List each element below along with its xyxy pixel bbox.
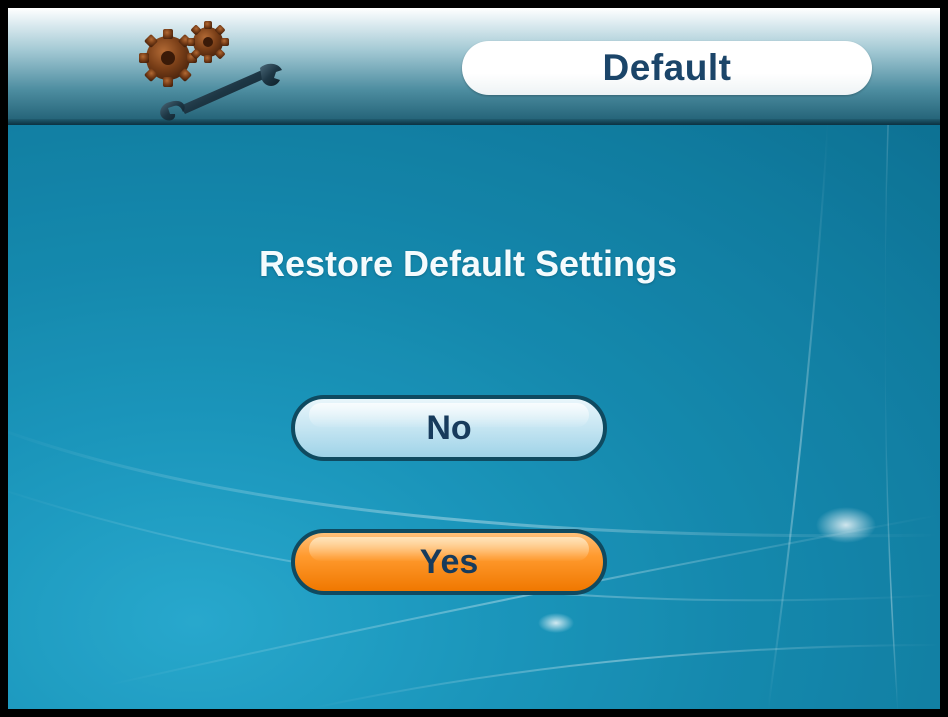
- dialog-heading: Restore Default Settings: [258, 243, 678, 284]
- yes-button[interactable]: Yes: [291, 529, 607, 595]
- title-pill: Default: [462, 41, 872, 95]
- settings-screen: Default Restore Default Settings No Yes: [8, 8, 940, 709]
- yes-button-label: Yes: [419, 542, 479, 581]
- header-bar: Default: [8, 8, 940, 125]
- no-button-label: No: [426, 408, 472, 447]
- dialog-body: Restore Default Settings No Yes: [8, 125, 940, 709]
- gears-wrench-icon: [139, 21, 282, 121]
- small-gear-icon: [187, 21, 229, 63]
- page-title: Default: [602, 47, 732, 88]
- no-button[interactable]: No: [291, 395, 607, 461]
- large-gear-icon: [139, 29, 197, 87]
